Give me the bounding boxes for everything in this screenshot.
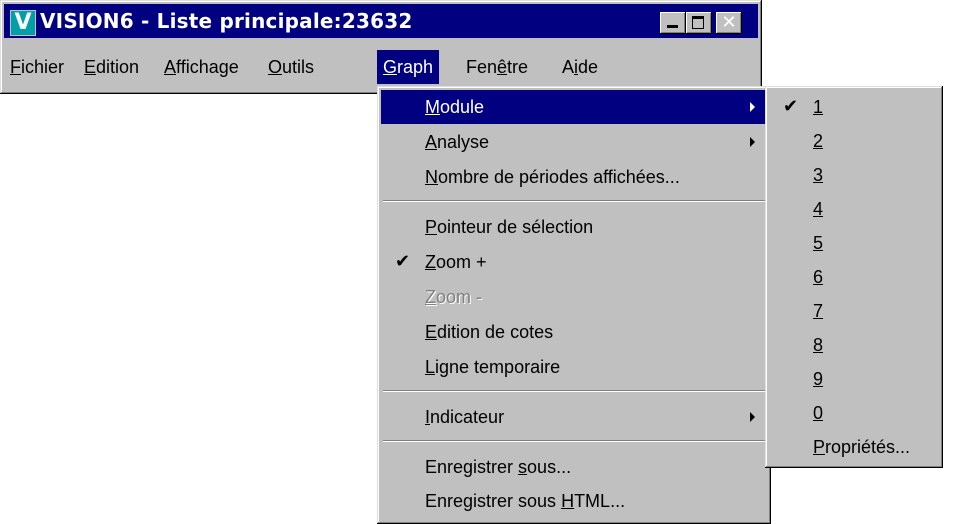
module-item-1[interactable]: ✔ 1	[769, 90, 939, 124]
module-item-0[interactable]: 0	[769, 396, 939, 430]
menu-item-edition-cotes[interactable]: Edition de cotes	[381, 315, 767, 349]
menu-item-label: Nombre de périodes affichées...	[425, 167, 680, 187]
menu-item-label: Zoom -	[425, 287, 483, 307]
menu-item-pointeur-selection[interactable]: Pointeur de sélection	[381, 210, 767, 244]
menu-item-module[interactable]: Module	[381, 90, 767, 124]
menu-item-label: Enregistrer sous HTML...	[425, 491, 626, 511]
menu-item-label: Propriétés...	[813, 437, 911, 457]
minimize-button[interactable]	[660, 12, 686, 34]
menu-item-label: Edition de cotes	[425, 322, 554, 342]
menu-edition[interactable]: Edition	[78, 50, 145, 84]
menu-item-label: 1	[813, 97, 824, 117]
menu-item-label: 2	[813, 131, 824, 151]
menu-item-label: Enregistrer sous...	[425, 457, 572, 477]
menu-outils[interactable]: Outils	[262, 50, 320, 84]
checkmark-icon: ✔	[783, 96, 799, 117]
menu-item-nombre-periodes[interactable]: Nombre de périodes affichées...	[381, 160, 767, 194]
submenu-arrow-icon	[750, 137, 755, 147]
graph-dropdown-menu: Module Analyse Nombre de périodes affich…	[377, 86, 771, 524]
module-item-2[interactable]: 2	[769, 124, 939, 158]
menu-item-label: 0	[813, 403, 824, 423]
window-title: VISION6 - Liste principale:23632	[40, 9, 413, 33]
menu-separator	[383, 440, 765, 442]
menu-item-label: 5	[813, 233, 824, 253]
menu-item-zoom-minus: Zoom -	[381, 280, 767, 314]
menu-item-enregistrer-html[interactable]: Enregistrer sous HTML...	[381, 484, 767, 518]
module-item-proprietes[interactable]: Propriétés...	[769, 430, 939, 464]
close-button[interactable]: ✕	[716, 12, 742, 34]
title-bar[interactable]: V VISION6 - Liste principale:23632 ✕	[4, 4, 758, 38]
module-item-6[interactable]: 6	[769, 260, 939, 294]
menu-item-zoom-plus[interactable]: ✔ Zoom +	[381, 245, 767, 279]
menu-item-label: 6	[813, 267, 824, 287]
menu-item-enregistrer-sous[interactable]: Enregistrer sous...	[381, 450, 767, 484]
menu-item-label: Analyse	[425, 132, 490, 152]
menu-item-analyse[interactable]: Analyse	[381, 125, 767, 159]
menu-item-label: Module	[425, 97, 485, 117]
menu-item-label: 4	[813, 199, 824, 219]
module-submenu: ✔ 1 2 3 4 5 6 7 8 9 0 Propriétés...	[765, 86, 943, 468]
menu-item-label: Pointeur de sélection	[425, 217, 594, 237]
menu-separator	[383, 390, 765, 392]
module-item-8[interactable]: 8	[769, 328, 939, 362]
module-item-3[interactable]: 3	[769, 158, 939, 192]
maximize-icon	[692, 16, 704, 29]
submenu-arrow-icon	[750, 102, 755, 112]
menu-item-indicateur[interactable]: Indicateur	[381, 400, 767, 434]
maximize-button[interactable]	[686, 12, 712, 34]
submenu-arrow-icon	[750, 412, 755, 422]
module-item-5[interactable]: 5	[769, 226, 939, 260]
menu-aide[interactable]: Aide	[556, 50, 604, 84]
menu-fenetre[interactable]: Fenêtre	[460, 50, 534, 84]
module-item-7[interactable]: 7	[769, 294, 939, 328]
menu-graph[interactable]: Graph	[377, 50, 440, 84]
menu-item-label: 8	[813, 335, 824, 355]
minimize-icon	[667, 25, 678, 28]
menu-item-ligne-temporaire[interactable]: Ligne temporaire	[381, 350, 767, 384]
menu-item-label: 9	[813, 369, 824, 389]
menu-item-label: Ligne temporaire	[425, 357, 561, 377]
menu-affichage[interactable]: Affichage	[158, 50, 245, 84]
menu-separator	[383, 200, 765, 202]
module-item-4[interactable]: 4	[769, 192, 939, 226]
menu-item-label: Indicateur	[425, 407, 505, 427]
menu-fichier[interactable]: Fichier	[4, 50, 70, 84]
menu-item-label: Zoom +	[425, 252, 487, 272]
main-window: V VISION6 - Liste principale:23632 ✕ Fic…	[0, 0, 762, 94]
checkmark-icon: ✔	[395, 251, 411, 272]
close-icon: ✕	[721, 12, 737, 33]
module-item-9[interactable]: 9	[769, 362, 939, 396]
menu-item-label: 7	[813, 301, 824, 321]
menu-item-label: 3	[813, 165, 824, 185]
app-icon[interactable]: V	[10, 10, 36, 36]
